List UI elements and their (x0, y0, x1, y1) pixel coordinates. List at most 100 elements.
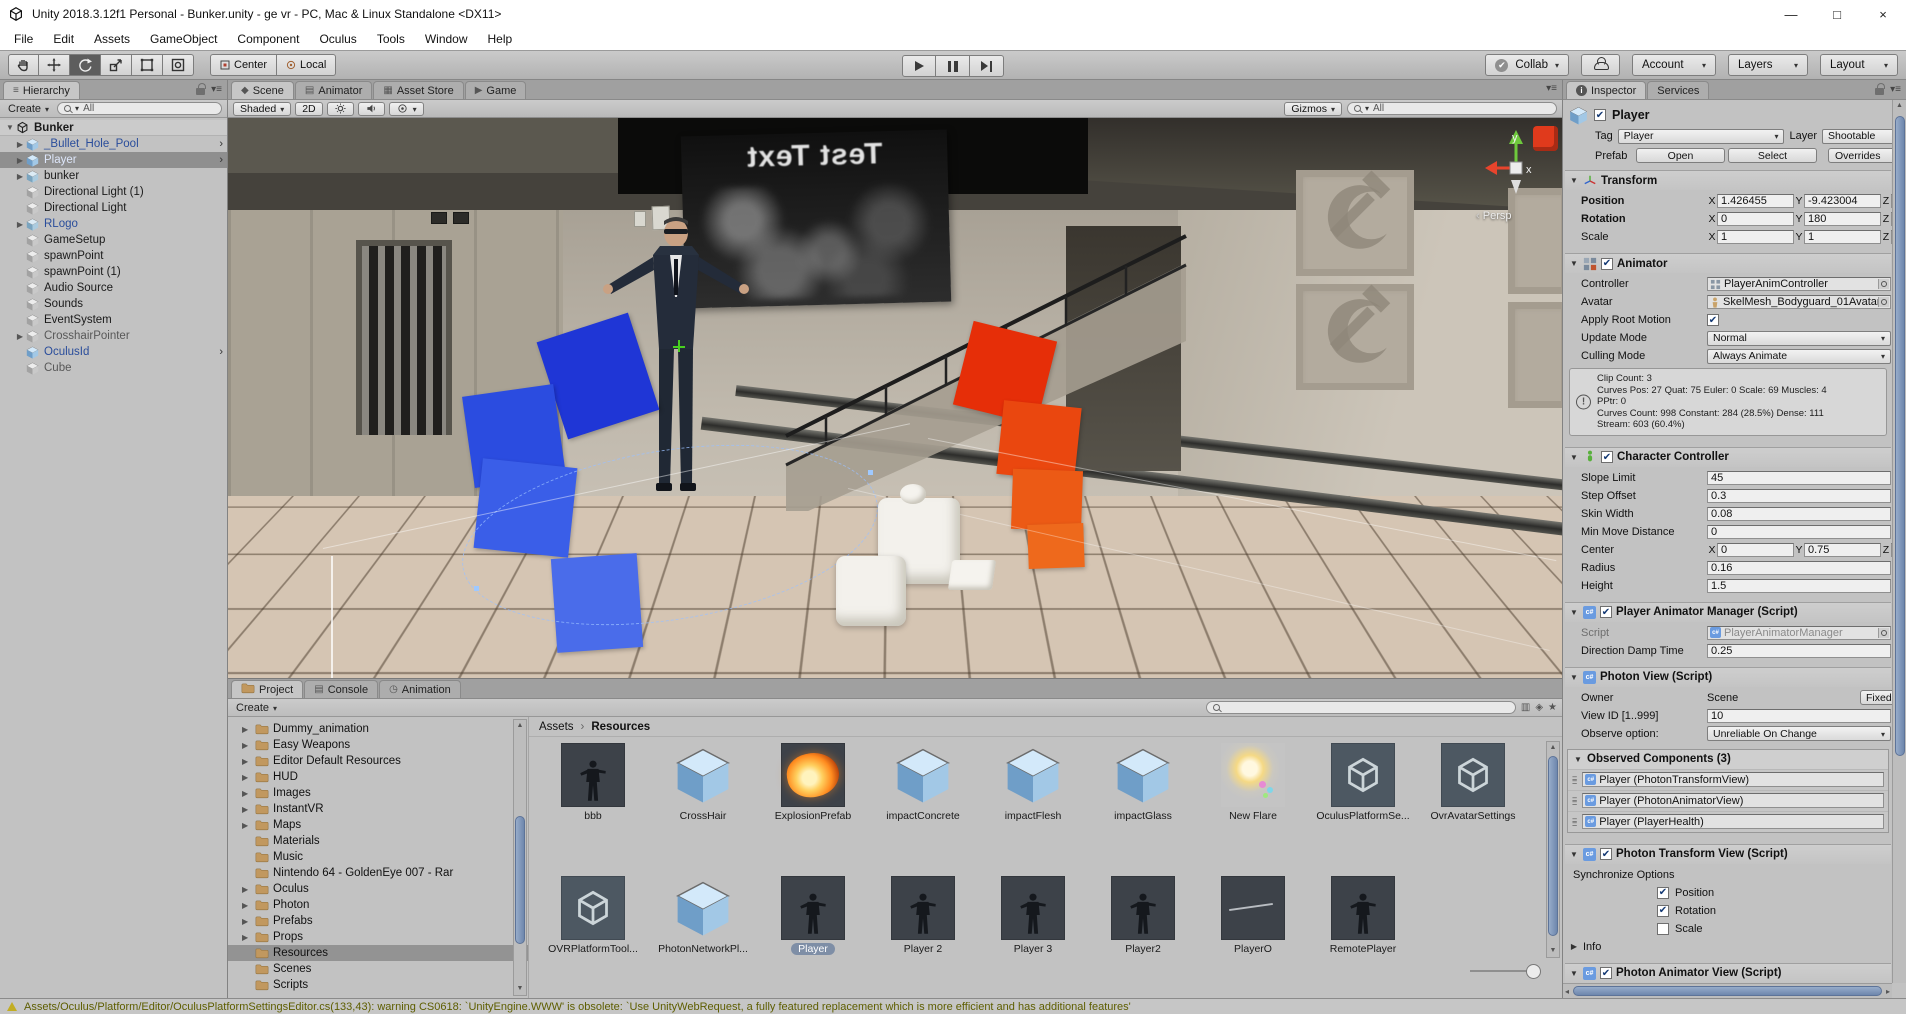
panel-menu-icon[interactable] (211, 85, 222, 95)
hierarchy-create-button[interactable]: Create (5, 103, 52, 115)
folder-prefabs[interactable]: Prefabs (228, 913, 528, 929)
value-field[interactable]: 0.08 (1707, 507, 1891, 521)
white-gizmo-box[interactable] (948, 560, 996, 590)
hierarchy-item-gamesetup[interactable]: GameSetup (0, 232, 227, 248)
dropdown[interactable]: Always Animate (1707, 349, 1891, 364)
menu-tools[interactable]: Tools (367, 32, 415, 46)
expand-arrow-icon[interactable] (242, 789, 253, 798)
asset-thumbnail[interactable] (1001, 876, 1065, 940)
scroll-down-icon[interactable]: ▼ (1550, 945, 1557, 957)
hierarchy-item-player[interactable]: Player (0, 152, 227, 168)
component-header[interactable]: Photon Animator View (Script) (1565, 964, 1891, 983)
asset-grid-scrollbar[interactable]: ▲ ▼ (1546, 741, 1560, 958)
audio-toggle-button[interactable] (358, 102, 385, 116)
foldout-info[interactable]: Info (1565, 938, 1891, 956)
dropdown[interactable]: Normal (1707, 331, 1891, 346)
checkbox[interactable] (1657, 905, 1669, 917)
value-field[interactable]: 1.5 (1707, 579, 1891, 593)
checkbox[interactable] (1707, 314, 1719, 326)
expand-arrow-icon[interactable] (242, 933, 253, 942)
foldout-arrow-icon[interactable] (1569, 850, 1579, 859)
drag-handle-icon[interactable]: == (1572, 818, 1577, 826)
component-enabled-checkbox[interactable] (1600, 967, 1612, 979)
toggle-2d-button[interactable]: 2D (295, 102, 322, 116)
observed-component-row[interactable]: ==Player (PlayerHealth) (1568, 811, 1888, 832)
prefab-overrides-button[interactable]: Overrides (1828, 148, 1898, 163)
expand-arrow-icon[interactable] (242, 741, 253, 750)
perspective-label[interactable]: Persp (1476, 210, 1511, 222)
expand-arrow-icon[interactable] (14, 332, 26, 341)
prefab-nav-arrow-icon[interactable] (219, 138, 223, 150)
menu-assets[interactable]: Assets (84, 32, 140, 46)
move-tool-button[interactable] (39, 54, 70, 76)
hierarchy-item-crosshairpointer[interactable]: CrosshairPointer (0, 328, 227, 344)
foldout-arrow-icon[interactable] (1569, 176, 1579, 185)
expand-arrow-icon[interactable] (14, 156, 26, 165)
asset-bbb[interactable]: bbb (543, 743, 643, 822)
hierarchy-item-audio-source[interactable]: Audio Source (0, 280, 227, 296)
expand-arrow-icon[interactable] (14, 140, 26, 149)
gameobject-name[interactable]: Player (1612, 108, 1650, 122)
observed-component-row[interactable]: ==Player (PhotonAnimatorView) (1568, 790, 1888, 811)
minimize-button[interactable]: — (1768, 0, 1814, 28)
asset-thumbnail[interactable] (671, 876, 735, 940)
folder-dummy-animation[interactable]: Dummy_animation (228, 721, 528, 737)
hierarchy-item-bullet-hole-pool[interactable]: _Bullet_Hole_Pool (0, 136, 227, 152)
menu-edit[interactable]: Edit (43, 32, 84, 46)
object-picker-icon[interactable] (1878, 628, 1889, 638)
space-toggle-button[interactable]: Local (277, 54, 336, 76)
pause-button[interactable] (936, 55, 970, 77)
tab-game[interactable]: ▶Game (465, 81, 527, 99)
expand-arrow-icon[interactable] (242, 757, 253, 766)
scroll-up-icon[interactable]: ▲ (517, 720, 524, 732)
pivot-toggle-button[interactable]: Center (210, 54, 277, 76)
search-by-type-icon[interactable]: ▥ (1521, 703, 1530, 713)
object-picker-icon[interactable] (1878, 279, 1889, 289)
tab-services[interactable]: Services (1647, 81, 1709, 99)
value-field[interactable]: 0 (1707, 525, 1891, 539)
lock-icon[interactable] (1875, 88, 1884, 95)
folder-resources[interactable]: Resources (228, 945, 528, 961)
value-field[interactable]: 45 (1707, 471, 1891, 485)
scroll-right-icon[interactable]: ▸ (1886, 987, 1890, 996)
hierarchy-scene-row[interactable]: Bunker (0, 120, 227, 136)
hierarchy-item-spawnpoint-1[interactable]: spawnPoint (1) (0, 264, 227, 280)
asset-thumbnail[interactable] (891, 743, 955, 807)
hierarchy-item-bunker[interactable]: bunker (0, 168, 227, 184)
hierarchy-item-eventsystem[interactable]: EventSystem (0, 312, 227, 328)
value-field[interactable]: 0.3 (1707, 489, 1891, 503)
y-field[interactable]: 180 (1804, 212, 1881, 226)
x-field[interactable]: 0 (1717, 212, 1794, 226)
folder-maps[interactable]: Maps (228, 817, 528, 833)
hand-tool-button[interactable] (8, 54, 39, 76)
foldout-arrow-icon[interactable] (1569, 942, 1579, 951)
folder-materials[interactable]: Materials (228, 833, 528, 849)
scroll-up-icon[interactable]: ▲ (1893, 100, 1906, 112)
expand-arrow-icon[interactable] (14, 220, 26, 229)
object-field[interactable]: PlayerAnimController (1707, 277, 1891, 291)
asset-explosionprefab[interactable]: ExplosionPrefab (763, 743, 863, 822)
y-field[interactable]: 0.75 (1804, 543, 1881, 557)
asset-impactconcrete[interactable]: impactConcrete (873, 743, 973, 822)
component-header[interactable]: Transform (1565, 171, 1891, 190)
expand-arrow-icon[interactable] (242, 917, 253, 926)
account-dropdown[interactable]: Account (1632, 54, 1716, 76)
tab-project[interactable]: Project (231, 680, 303, 698)
scroll-up-icon[interactable]: ▲ (1550, 742, 1557, 754)
close-button[interactable]: × (1860, 0, 1906, 28)
foldout-arrow-icon[interactable] (1569, 969, 1579, 978)
expand-arrow-icon[interactable] (242, 773, 253, 782)
asset-thumbnail[interactable] (891, 876, 955, 940)
tab-hierarchy[interactable]: ≡Hierarchy (3, 81, 80, 99)
asset-impactflesh[interactable]: impactFlesh (983, 743, 1083, 822)
gizmos-dropdown[interactable]: Gizmos (1284, 102, 1342, 116)
value-field[interactable]: 0.25 (1707, 644, 1891, 658)
prefab-nav-arrow-icon[interactable] (219, 346, 223, 358)
favorites-star-icon[interactable]: ★ (1548, 703, 1557, 713)
observed-components-header[interactable]: Observed Components (3) (1568, 750, 1888, 769)
drag-handle-icon[interactable]: == (1572, 797, 1577, 805)
checkbox[interactable] (1657, 887, 1669, 899)
hierarchy-item-sounds[interactable]: Sounds (0, 296, 227, 312)
project-create-button[interactable]: Create (233, 702, 280, 714)
folder-editor-default-resources[interactable]: Editor Default Resources (228, 753, 528, 769)
